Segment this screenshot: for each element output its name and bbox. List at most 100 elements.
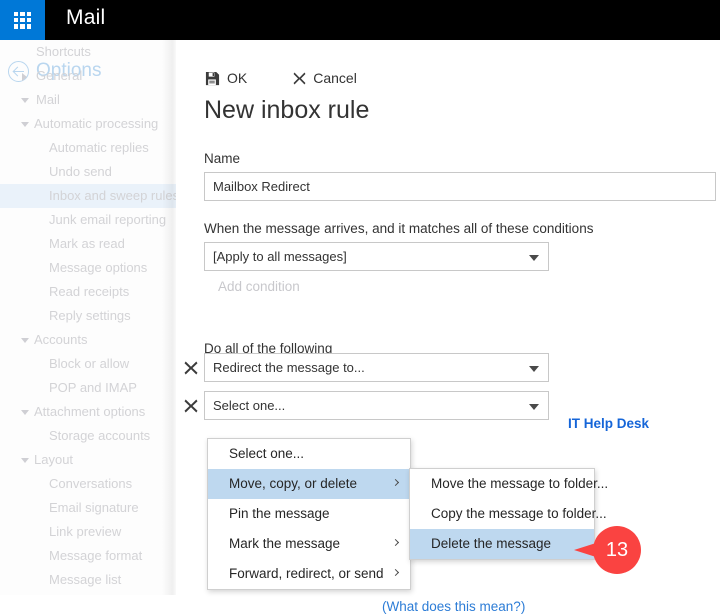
action-1-select[interactable]: Redirect the message to... [204,353,549,382]
sidebar-item-read-receipts[interactable]: Read receipts [0,280,176,304]
sidebar-item-label: Read receipts [49,284,130,299]
sidebar-item-shortcuts[interactable]: Shortcuts [0,40,176,64]
move-copy-delete-submenu: Move the message to folder... Copy the me… [409,468,608,560]
cancel-button-label: Cancel [313,70,357,86]
menu-item-label: Delete the message [431,536,552,551]
condition-select-value: [Apply to all messages] [213,249,347,264]
sidebar-item-mail[interactable]: Mail [0,88,176,112]
callout-number: 13 [593,526,641,574]
menu-item-move-the-message-to-folder[interactable]: Move the message to folder... [410,469,608,499]
ok-button-label: OK [227,70,248,86]
sidebar-item-general[interactable]: General [0,64,176,88]
chevron-right-icon [391,568,400,577]
menu-item-mark-the-message[interactable]: Mark the message [208,529,410,559]
sidebar-item-label: Block or allow [49,356,130,371]
close-x-icon [293,72,306,85]
menu-item-pin-the-message[interactable]: Pin the message [208,499,410,529]
app-launcher-button[interactable] [0,0,45,40]
sidebar-item-junk-email-reporting[interactable]: Junk email reporting [0,208,176,232]
menu-item-move-copy-or-delete[interactable]: Move, copy, or delete [208,469,410,499]
action-type-dropdown-menu: Select one... Move, copy, or delete Pin th… [207,438,411,590]
sidebar-item-label: Inbox and sweep rules [49,188,176,203]
action-1-select-value: Redirect the message to... [213,360,365,375]
sidebar-item-label: Storage accounts [49,428,151,443]
action-2-select[interactable]: Select one... [204,391,549,420]
sidebar-item-label: Automatic replies [49,140,149,155]
sidebar-item-label: Automatic processing [34,116,159,131]
chevron-down-icon [529,255,539,261]
menu-item-select-one[interactable]: Select one... [208,439,410,469]
add-condition-button[interactable]: Add condition [218,279,300,294]
sidebar-item-label: Layout [34,452,74,467]
sidebar-item-label: Mark as read [49,236,125,251]
remove-action-1-button[interactable] [184,361,198,375]
sidebar-item-label: General [36,68,83,83]
sidebar-item-label: Message options [49,260,148,275]
sidebar-item-label: Link preview [49,524,122,539]
menu-item-copy-the-message-to-folder[interactable]: Copy the message to folder... [410,499,607,529]
sidebar-item-link-preview[interactable]: Link preview [0,520,176,544]
chevron-right-icon[interactable] [22,72,27,81]
options-sidebar: Options Shortcuts General Mail Automatic pr… [0,40,176,595]
sidebar-item-message-list[interactable]: Message list [0,568,176,592]
sidebar-item-message-format[interactable]: Message format [0,544,176,568]
chevron-down-icon[interactable] [21,338,29,343]
sidebar-item-conversations[interactable]: Conversations [0,472,176,496]
sidebar-item-reply-settings[interactable]: Reply settings [0,304,176,328]
remove-action-2-button[interactable] [184,399,198,413]
sidebar-item-label: Attachment options [34,404,146,419]
page-title: New inbox rule [204,96,370,124]
action-1-target-link[interactable]: IT Help Desk [568,416,649,431]
chevron-down-icon[interactable] [21,458,29,463]
sidebar-item-label: Conversations [49,476,133,491]
menu-item-forward-redirect-or-send[interactable]: Forward, redirect, or send [208,559,410,589]
sidebar-item-email-signature[interactable]: Email signature [0,496,176,520]
chevron-down-icon[interactable] [21,98,29,103]
sidebar-item-mark-as-read[interactable]: Mark as read [0,232,176,256]
action-2-select-value: Select one... [213,398,286,413]
conditions-section-label: When the message arrives, and it matches… [204,221,594,236]
sidebar-item-storage-accounts[interactable]: Storage accounts [0,424,176,448]
sidebar-item-label: Accounts [34,332,88,347]
chevron-down-icon[interactable] [21,410,29,415]
ok-button[interactable]: OK [205,70,247,86]
sidebar-item-automatic-processing[interactable]: Automatic processing [0,112,176,136]
save-floppy-icon [205,71,220,86]
name-field-label: Name [204,151,241,166]
sidebar-item-attachment-options[interactable]: Attachment options [0,400,176,424]
menu-item-label: Forward, redirect, or send [229,566,384,581]
sidebar-item-label: Email signature [49,500,139,515]
rule-name-input[interactable] [204,172,716,201]
step-callout-badge: 13 [574,526,641,574]
top-app-bar: Mail [0,0,720,40]
sidebar-item-label: Mail [36,92,60,107]
chevron-down-icon [529,366,539,372]
sidebar-item-inbox-and-sweep-rules[interactable]: Inbox and sweep rules [0,184,176,208]
sidebar-item-label: Message format [49,548,143,563]
form-toolbar: OK Cancel [205,70,403,86]
sidebar-nav-list: Shortcuts General Mail Automatic processing… [0,40,176,592]
sidebar-item-label: Reply settings [49,308,131,323]
cancel-button[interactable]: Cancel [293,70,357,86]
condition-select[interactable]: [Apply to all messages] [204,242,549,271]
menu-item-label: Copy the message to folder... [431,506,607,521]
sidebar-item-accounts[interactable]: Accounts [0,328,176,352]
menu-item-label: Move, copy, or delete [229,476,358,491]
chevron-down-icon [529,404,539,410]
sidebar-item-label: Message list [49,572,122,587]
sidebar-item-label: Undo send [49,164,112,179]
sidebar-item-automatic-replies[interactable]: Automatic replies [0,136,176,160]
waffle-grid-icon [14,11,31,29]
sidebar-item-layout[interactable]: Layout [0,448,176,472]
app-title: Mail [66,6,106,29]
menu-item-delete-the-message[interactable]: Delete the message [410,529,594,559]
sidebar-item-pop-and-imap[interactable]: POP and IMAP [0,376,176,400]
sidebar-item-label: Junk email reporting [49,212,167,227]
sidebar-item-message-options[interactable]: Message options [0,256,176,280]
sidebar-item-label: POP and IMAP [49,380,137,395]
sidebar-item-undo-send[interactable]: Undo send [0,160,176,184]
sidebar-item-block-or-allow[interactable]: Block or allow [0,352,176,376]
menu-item-label: Select one... [229,446,305,461]
chevron-down-icon[interactable] [21,122,29,127]
what-does-this-mean-link[interactable]: (What does this mean?) [382,599,525,614]
